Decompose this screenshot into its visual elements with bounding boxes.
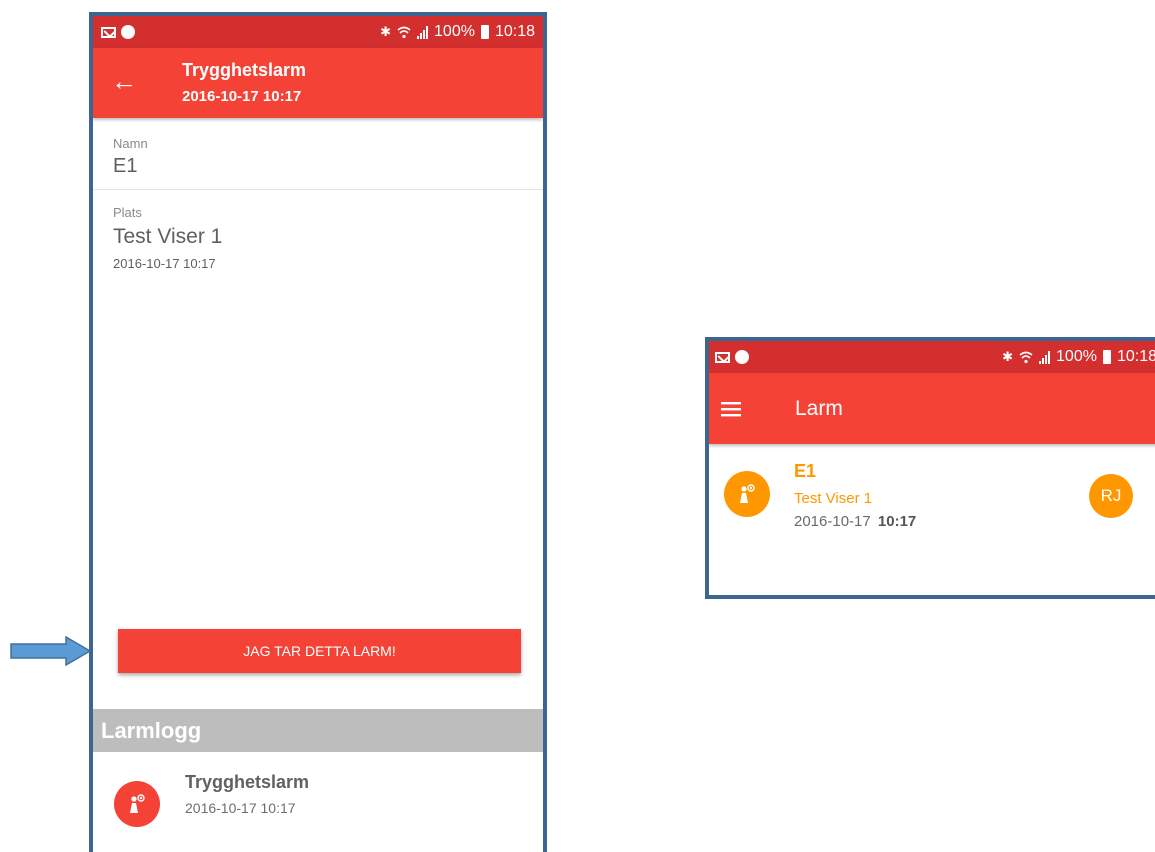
wifi-icon — [1019, 351, 1033, 363]
name-value: E1 — [113, 155, 138, 177]
place-value: Test Viser 1 — [113, 225, 223, 248]
clock: 10:18 — [1116, 348, 1155, 365]
signal-icon — [1039, 350, 1051, 364]
alarm-detail-screen: ✱ 100% 10:18 ← Trygghetslarm 2016-10-17 … — [89, 12, 547, 852]
log-entry-time: 2016-10-17 10:17 — [185, 800, 296, 816]
name-label: Namn — [113, 136, 148, 151]
signal-icon — [417, 25, 429, 39]
alarm-place: Test Viser 1 — [794, 490, 873, 507]
alarm-time: 10:17 — [877, 513, 917, 530]
alarm-timestamp: 2016-10-17 10:17 — [794, 513, 916, 530]
app-bar: ← Trygghetslarm 2016-10-17 10:17 — [93, 48, 543, 118]
person-alarm-icon — [724, 471, 770, 517]
log-entry-title: Trygghetslarm — [185, 772, 310, 792]
menu-icon[interactable] — [721, 401, 741, 417]
battery-level: 100% — [434, 23, 475, 40]
person-alarm-icon — [114, 781, 160, 827]
page-title: Trygghetslarm — [182, 60, 307, 80]
annotation-arrow-icon — [10, 636, 92, 666]
place-label: Plats — [113, 205, 142, 220]
take-alarm-button[interactable]: JAG TAR DETTA LARM! — [118, 629, 521, 673]
mail-icon — [101, 26, 116, 38]
battery-icon — [1102, 350, 1111, 364]
divider — [93, 189, 543, 190]
alarm-date: 2016-10-17 — [794, 513, 871, 530]
alarm-name: E1 — [794, 461, 817, 481]
mail-icon — [715, 351, 730, 363]
bluetooth-icon: ✱ — [380, 24, 392, 39]
back-arrow-icon[interactable]: ← — [111, 66, 137, 96]
assignee-avatar[interactable]: RJ — [1089, 474, 1133, 518]
page-title: Larm — [795, 397, 843, 420]
sync-icon — [735, 350, 749, 364]
wifi-icon — [397, 26, 411, 38]
status-bar: ✱ 100% 10:18 — [709, 341, 1155, 373]
page-subtitle: 2016-10-17 10:17 — [182, 88, 302, 105]
bluetooth-icon: ✱ — [1002, 349, 1014, 364]
battery-level: 100% — [1056, 348, 1097, 365]
alarm-log-header: Larmlogg — [93, 709, 543, 752]
clock: 10:18 — [494, 23, 535, 40]
battery-icon — [480, 25, 489, 39]
alarm-list-screen: ✱ 100% 10:18 Larm E1 Test Viser 1 2016-1… — [705, 337, 1155, 599]
app-bar: Larm — [709, 373, 1155, 444]
sync-icon — [121, 25, 135, 39]
place-time: 2016-10-17 10:17 — [113, 256, 216, 271]
status-bar: ✱ 100% 10:18 — [93, 16, 543, 48]
